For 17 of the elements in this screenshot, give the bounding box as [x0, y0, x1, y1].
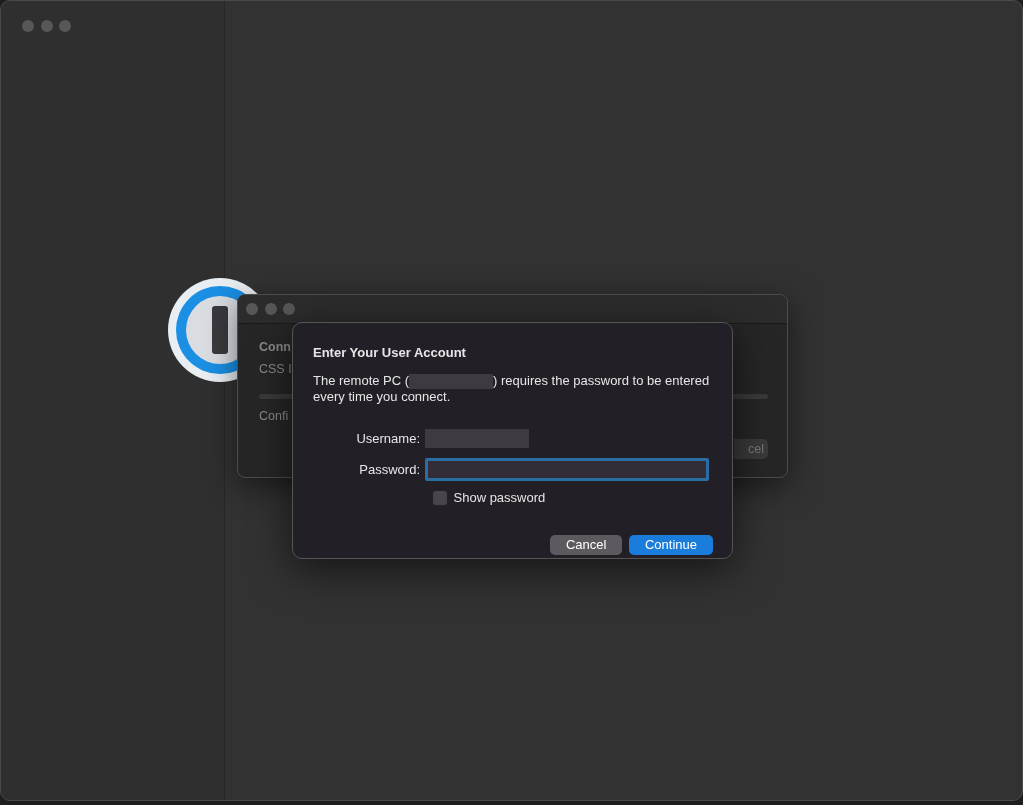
minimize-button[interactable]: [40, 20, 53, 32]
field-label: Password:: [358, 460, 421, 479]
section-heading: Conn: [259, 339, 291, 356]
zoom-button[interactable]: [59, 20, 71, 32]
dialog-message: The remote PC ( ) requires the password to be entered every time you connect.: [313, 372, 711, 405]
field-label: Username:: [355, 429, 421, 448]
close-button[interactable]: [22, 20, 34, 32]
checkbox[interactable]: [433, 490, 447, 505]
minimize-button[interactable]: [264, 303, 277, 315]
close-button[interactable]: [246, 303, 258, 315]
dialog-title: Enter Your User Account: [313, 344, 467, 362]
password-field[interactable]: [425, 458, 709, 482]
cancel-button[interactable]: Cancel: [550, 534, 623, 555]
checkbox-label[interactable]: Show password: [453, 488, 546, 508]
continue-button[interactable]: Continue: [628, 534, 713, 555]
zoom-button[interactable]: [283, 303, 295, 315]
label: Confi: [259, 408, 289, 425]
